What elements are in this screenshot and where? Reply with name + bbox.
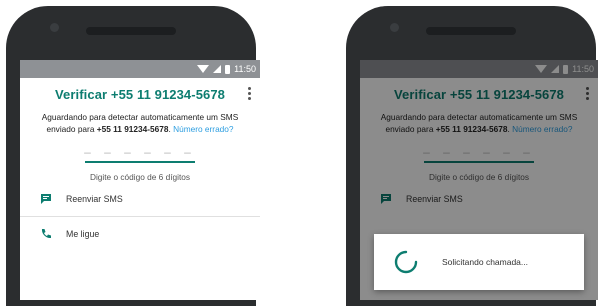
page-title: Verificar +55 11 91234-5678 [54,86,226,102]
code-hint: Digite o código de 6 dígitos [89,172,191,182]
code-input[interactable]: – – – – – – [20,145,260,159]
wifi-icon [197,65,210,73]
message-icon [40,193,52,205]
earpiece-speaker [426,27,516,35]
status-bar: 11:50 [20,60,260,78]
front-camera [390,23,399,32]
phone-left: 11:50 Verificar +55 11 91234-5678 Aguard… [6,6,260,306]
signal-icon [213,65,222,73]
earpiece-speaker [86,27,176,35]
phone-number: +55 11 91234-5678 [96,123,169,134]
verify-screen-dialog: 11:50 Verificar +55 11 91234-5678 Aguard… [360,60,598,300]
dialog-message: Solicitando chamada... [442,257,528,267]
divider [20,216,260,217]
battery-icon [225,64,231,74]
title-row: Verificar +55 11 91234-5678 [20,78,260,110]
loading-spinner-icon [394,250,418,274]
description: Aguardando para detectar automaticamente… [20,112,260,135]
code-input-underline [85,161,195,163]
call-me-button[interactable]: Me ligue [20,223,260,245]
resend-sms-button[interactable]: Reenviar SMS [20,188,260,210]
progress-dialog: Solicitando chamada... [374,234,584,290]
more-vert-icon[interactable] [248,87,252,100]
phone-right: 11:50 Verificar +55 11 91234-5678 Aguard… [346,6,598,306]
call-me-label: Me ligue [66,229,100,239]
phone-icon [40,228,52,240]
resend-sms-label: Reenviar SMS [66,194,123,204]
front-camera [50,23,59,32]
verify-screen: 11:50 Verificar +55 11 91234-5678 Aguard… [20,60,260,300]
wrong-number-link[interactable]: Número errado? [173,124,233,134]
status-time: 11:50 [234,64,256,74]
